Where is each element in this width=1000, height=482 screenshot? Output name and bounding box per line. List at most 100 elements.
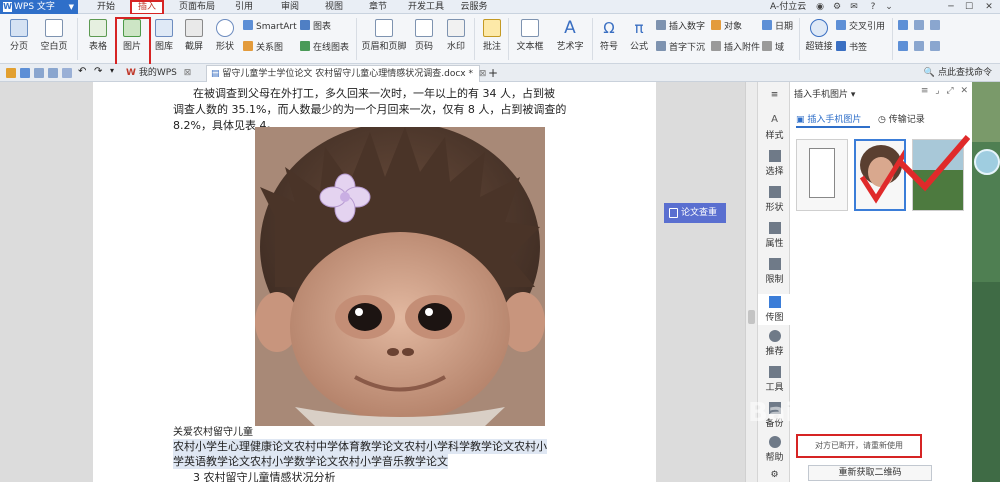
chevron-down-icon[interactable]: ⌄	[882, 0, 896, 14]
layout-icon[interactable]	[914, 20, 924, 30]
tab-page-layout[interactable]: 页面布局	[172, 0, 222, 14]
bell-icon[interactable]: ✉	[847, 0, 861, 14]
layout-icon[interactable]	[914, 41, 924, 51]
bookmark-button[interactable]: 书签	[836, 41, 867, 53]
header-footer-button[interactable]: 页眉和页脚	[361, 19, 407, 52]
online-chart-button[interactable]: 在线图表	[300, 41, 349, 53]
command-search[interactable]: 🔍 点此查找命令	[924, 64, 992, 82]
divider	[474, 18, 475, 60]
properties-icon	[768, 222, 781, 234]
new-tab-button[interactable]: +	[484, 65, 498, 82]
bookmark-label: 书签	[849, 43, 868, 53]
redo-icon[interactable]: ↷	[94, 66, 102, 77]
tab-chapter[interactable]: 章节	[364, 0, 392, 14]
rail-item-recommend[interactable]: 推荐	[758, 330, 791, 357]
drop-cap-button[interactable]: 首字下沉	[656, 41, 705, 53]
rail-item-help[interactable]: 帮助	[758, 436, 791, 463]
rail-settings-button[interactable]: ⚙	[758, 470, 791, 480]
floating-assistant-button[interactable]	[974, 149, 1000, 175]
gallery-button[interactable]: 图库	[150, 19, 178, 52]
wps-app-menu-button[interactable]: W WPS 文字 ▼	[0, 0, 78, 14]
plagiarism-check-button[interactable]: 论文查重	[664, 203, 726, 223]
inserted-monkey-photo[interactable]	[255, 127, 545, 426]
help-icon[interactable]: ?	[866, 0, 880, 14]
chevron-down-icon[interactable]: ▾	[110, 66, 114, 75]
tab-insert-phone-photo[interactable]: ▣ 插入手机图片	[796, 112, 861, 125]
scissors-icon	[185, 19, 203, 37]
collapse-button[interactable]: ≡	[758, 90, 791, 100]
formula-button[interactable]: π 公式	[626, 19, 652, 52]
tab-developer[interactable]: 开发工具	[404, 0, 448, 14]
undo-icon[interactable]: ↶	[78, 66, 86, 77]
cross-reference-button[interactable]: 交叉引用	[836, 20, 885, 32]
smartart-button[interactable]: SmartArt	[243, 20, 297, 32]
chart-label: 图表	[313, 22, 332, 32]
menu-icon[interactable]: ≡	[921, 86, 929, 96]
close-icon[interactable]: ✕	[982, 0, 996, 14]
grid-icon[interactable]	[898, 20, 908, 30]
layout-icon[interactable]	[930, 41, 940, 51]
rail-item-upload-photo[interactable]: 传图	[758, 294, 791, 325]
panel-title[interactable]: 插入手机图片 ▾	[794, 87, 855, 100]
hyperlink-button[interactable]: 超链接	[804, 19, 834, 52]
maximize-icon[interactable]: ☐	[962, 0, 976, 14]
textbox-button[interactable]: 文本框	[512, 19, 548, 52]
minimize-icon[interactable]: ─	[944, 0, 958, 14]
tab-references[interactable]: 引用	[230, 0, 258, 14]
object-button[interactable]: 对象	[711, 20, 742, 32]
refresh-qr-button[interactable]: 重新获取二维码	[808, 465, 932, 481]
tab-view[interactable]: 视图	[320, 0, 348, 14]
close-icon[interactable]: ⊠	[184, 68, 192, 78]
symbol-button[interactable]: Ω 符号	[596, 19, 622, 52]
comment-button[interactable]: 批注	[479, 19, 505, 52]
settings-icon[interactable]: ⚙	[830, 0, 844, 14]
attachment-button[interactable]: 插入附件	[711, 41, 760, 53]
chart-button[interactable]: 图表	[300, 20, 331, 32]
save-icon[interactable]	[20, 68, 30, 78]
scrollbar-thumb[interactable]	[748, 310, 755, 324]
wordart-button[interactable]: A 艺术字	[552, 19, 588, 52]
export-icon[interactable]	[62, 68, 72, 78]
date-button[interactable]: 日期	[762, 20, 793, 32]
user-name[interactable]: A-付立云	[770, 0, 806, 14]
rail-item-restrict[interactable]: 限制	[758, 258, 791, 285]
textbox-label: 文本框	[516, 42, 544, 52]
tab-cloud[interactable]: 云服务	[456, 0, 492, 14]
expand-icon[interactable]: ⤢	[946, 86, 953, 96]
insert-number-button[interactable]: 插入数字	[656, 20, 705, 32]
related-links-line[interactable]: 农村小学生心理健康论文农村中学体育教学论文农村小学科学教学论文农村小	[173, 439, 547, 454]
blank-page-button[interactable]: 空白页	[37, 19, 71, 52]
pin-icon[interactable]: ⌟	[935, 86, 939, 96]
rail-item-properties[interactable]: 属性	[758, 222, 791, 249]
screenshot-button[interactable]: 截屏	[180, 19, 208, 52]
page-break-button[interactable]: 分页	[5, 19, 33, 52]
related-links-line[interactable]: 学英语教学论文农村小学数学论文农村小学音乐教学论文	[173, 454, 448, 469]
tab-transfer-history[interactable]: ◷ 传输记录	[878, 112, 925, 125]
close-icon[interactable]: ✕	[960, 86, 968, 96]
wps-writer-window: W WPS 文字 ▼ 开始 插入 页面布局 引用 审阅 视图 章节 开发工具 云…	[0, 0, 1000, 482]
rail-item-shape[interactable]: 形状	[758, 186, 791, 213]
omega-icon: Ω	[603, 19, 615, 37]
relation-chart-button[interactable]: 关系图	[243, 41, 283, 53]
photo-thumbnail-screenshot[interactable]	[796, 139, 848, 211]
layout-icon[interactable]	[898, 41, 908, 51]
rail-item-style[interactable]: A 样式	[758, 114, 791, 141]
tab-review[interactable]: 审阅	[276, 0, 304, 14]
layout-icon[interactable]	[930, 20, 940, 30]
folder-icon[interactable]	[6, 68, 16, 78]
watermark-button[interactable]: 水印	[442, 19, 470, 52]
tab-my-wps[interactable]: W 我的WPS ⊠	[122, 65, 204, 82]
tab-document[interactable]: ▤ 留守儿童学士学位论文 农村留守儿童心理情感状况调查.docx * ⊠	[206, 65, 486, 82]
field-button[interactable]: 域	[762, 41, 784, 53]
tab-home[interactable]: 开始	[92, 0, 120, 14]
shapes-button[interactable]: 形状	[211, 19, 239, 52]
table-button[interactable]: 表格	[84, 19, 112, 52]
rail-item-select[interactable]: 选择	[758, 150, 791, 177]
rail-item-tools[interactable]: 工具	[758, 366, 791, 393]
phone-icon	[768, 296, 781, 308]
image-icon: ▣	[796, 115, 805, 125]
print-icon[interactable]	[48, 68, 58, 78]
skin-icon[interactable]: ◉	[813, 0, 827, 14]
page-number-button[interactable]: 页码	[410, 19, 438, 52]
print-preview-icon[interactable]	[34, 68, 44, 78]
